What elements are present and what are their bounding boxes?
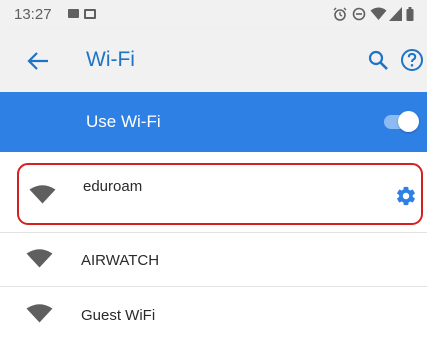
use-wifi-row[interactable]: Use Wi-Fi <box>0 92 427 152</box>
help-icon[interactable] <box>400 48 424 72</box>
battery-icon <box>406 7 414 21</box>
do-not-disturb-icon <box>352 7 366 21</box>
arrow-back-icon[interactable] <box>26 50 50 72</box>
photo-icon <box>68 9 79 18</box>
alarm-icon <box>333 7 347 21</box>
wifi-settings-screen: 13:27 Wi-Fi Use Wi-Fi eduroam AIRWATCH G… <box>0 0 427 338</box>
network-name: eduroam <box>83 178 143 195</box>
wifi-strength-icon <box>26 249 53 268</box>
status-bar: 13:27 <box>0 0 427 28</box>
status-time: 13:27 <box>14 6 52 23</box>
network-name: AIRWATCH <box>81 252 160 269</box>
cell-signal-icon <box>389 7 402 21</box>
network-settings-gear-icon[interactable] <box>395 185 417 207</box>
wifi-strength-icon <box>29 185 56 204</box>
mail-icon <box>84 9 96 19</box>
page-title: Wi-Fi <box>86 48 135 71</box>
network-row-guest-wifi[interactable]: Guest WiFi <box>0 288 427 338</box>
app-bar: Wi-Fi <box>0 28 427 92</box>
wifi-strength-icon <box>26 304 53 323</box>
search-icon[interactable] <box>367 49 389 71</box>
use-wifi-label: Use Wi-Fi <box>86 112 161 131</box>
wifi-toggle-switch[interactable] <box>398 111 419 132</box>
network-row-eduroam[interactable]: eduroam <box>17 163 423 225</box>
wifi-signal-icon <box>370 7 387 20</box>
network-row-airwatch[interactable]: AIRWATCH <box>0 234 427 286</box>
network-name: Guest WiFi <box>81 307 156 324</box>
row-divider <box>0 286 427 287</box>
row-divider <box>0 232 427 233</box>
